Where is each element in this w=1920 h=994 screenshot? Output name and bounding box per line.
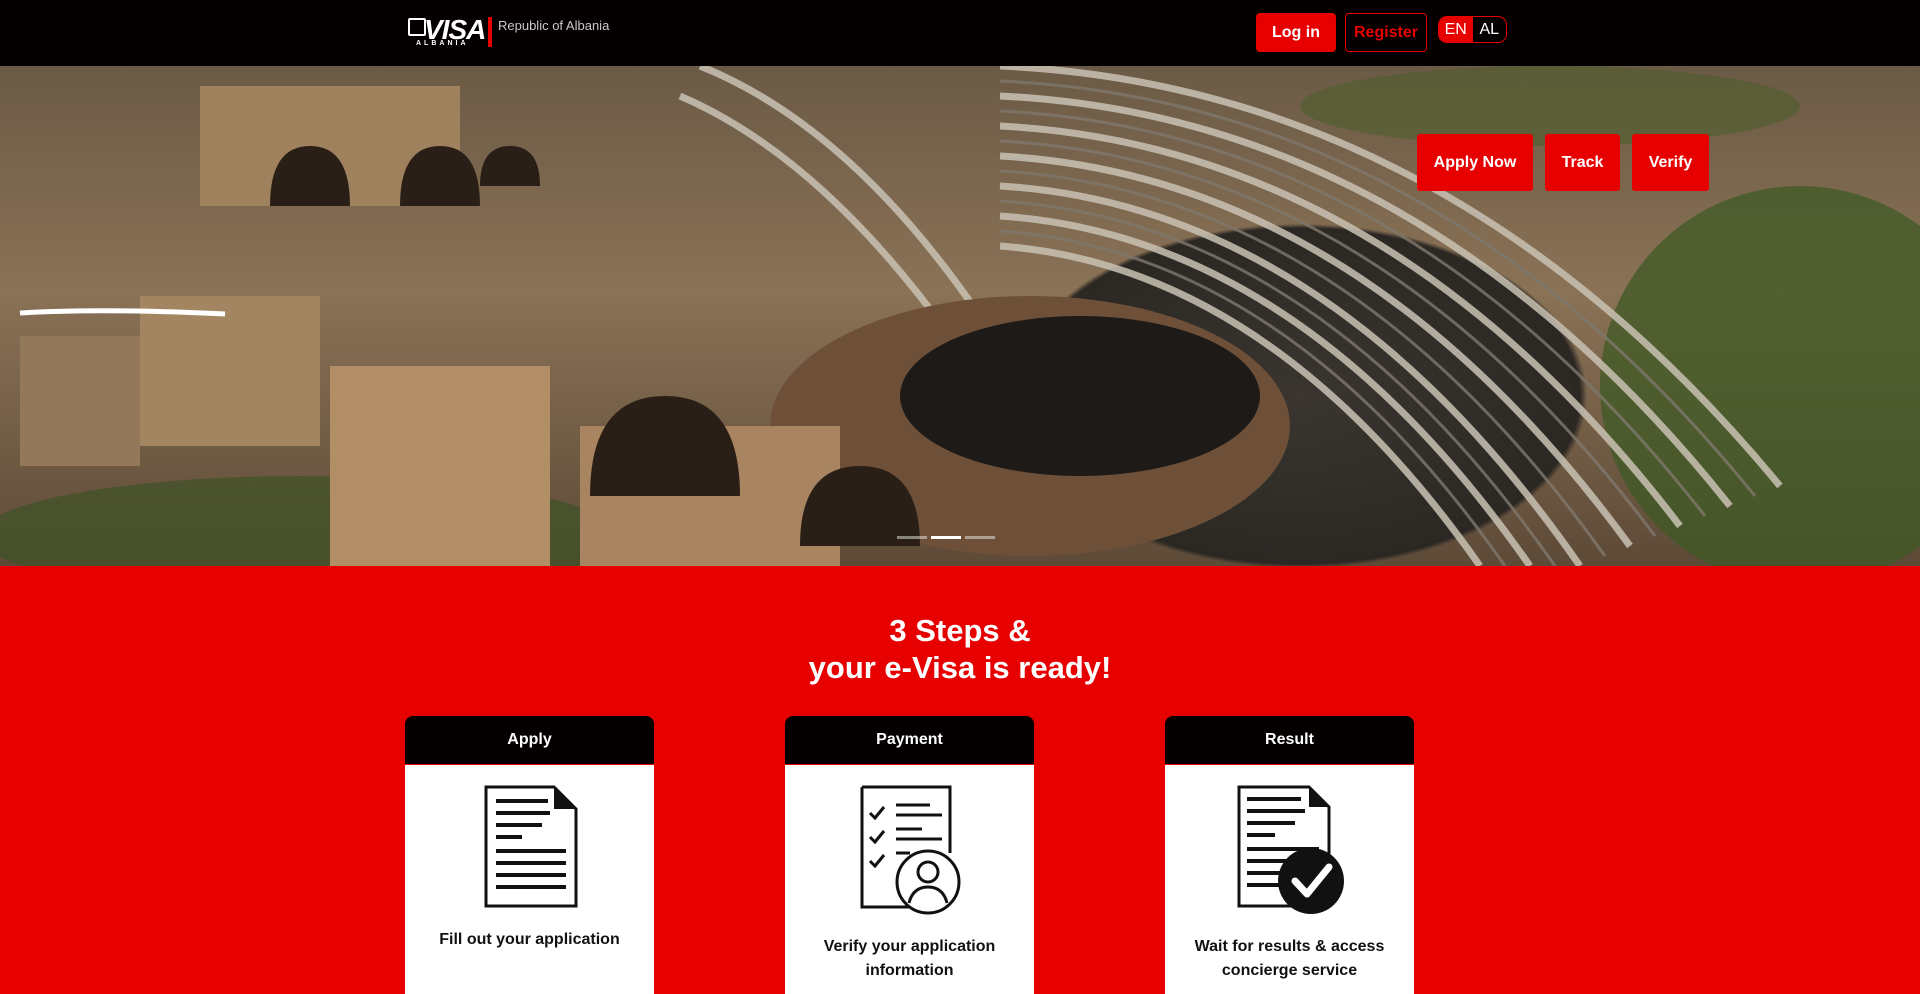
- steps-heading-line2: your e-Visa is ready!: [808, 650, 1112, 685]
- step-card-body: Fill out your application: [405, 765, 654, 994]
- logo-divider: [488, 17, 492, 47]
- carousel-dot[interactable]: [897, 536, 927, 539]
- step-card-heading: Payment: [785, 716, 1034, 764]
- step-card-body: Verify your application information: [785, 765, 1034, 994]
- logo-country: Republic of Albania: [498, 18, 610, 33]
- step-card-apply: Apply Fill out your application: [405, 716, 654, 994]
- lang-al[interactable]: AL: [1473, 17, 1507, 42]
- checklist-user-icon: [785, 785, 1034, 915]
- step-card-payment: Payment Verify your application informat…: [785, 716, 1034, 994]
- track-button[interactable]: Track: [1545, 134, 1620, 191]
- verify-button[interactable]: Verify: [1632, 134, 1709, 191]
- steps-heading: 3 Steps & your e-Visa is ready!: [0, 612, 1920, 686]
- hero-actions: Apply Now Track Verify: [1417, 134, 1709, 191]
- logo-sub: ALBANIA: [416, 40, 469, 47]
- carousel-indicators: [897, 536, 995, 539]
- login-button[interactable]: Log in: [1256, 13, 1336, 52]
- step-card-heading: Apply: [405, 716, 654, 764]
- lang-en[interactable]: EN: [1439, 17, 1473, 42]
- logo-mark: VISA ALBANIA: [406, 14, 486, 50]
- carousel-dot[interactable]: [931, 536, 961, 539]
- register-button[interactable]: Register: [1345, 13, 1427, 52]
- step-card-body: Wait for results & access concierge serv…: [1165, 765, 1414, 994]
- step-card-text: Verify your application information: [823, 938, 996, 979]
- apply-now-button[interactable]: Apply Now: [1417, 134, 1533, 191]
- step-card-result: Result Wait for results & access concier…: [1165, 716, 1414, 994]
- step-card-text: Wait for results & access concierge serv…: [1194, 938, 1385, 979]
- steps-heading-line1: 3 Steps &: [889, 613, 1031, 648]
- evisa-logo[interactable]: VISA ALBANIA Republic of Albania: [406, 14, 609, 50]
- step-card-heading: Result: [1165, 716, 1414, 764]
- hero-banner: Apply Now Track Verify: [0, 66, 1920, 566]
- document-check-icon: [1165, 785, 1414, 915]
- carousel-dot[interactable]: [965, 536, 995, 539]
- document-icon: [405, 785, 654, 910]
- step-card-text: Fill out your application: [439, 931, 620, 948]
- language-switch: EN AL: [1438, 16, 1507, 43]
- top-navbar: VISA ALBANIA Republic of Albania Log in …: [0, 0, 1920, 66]
